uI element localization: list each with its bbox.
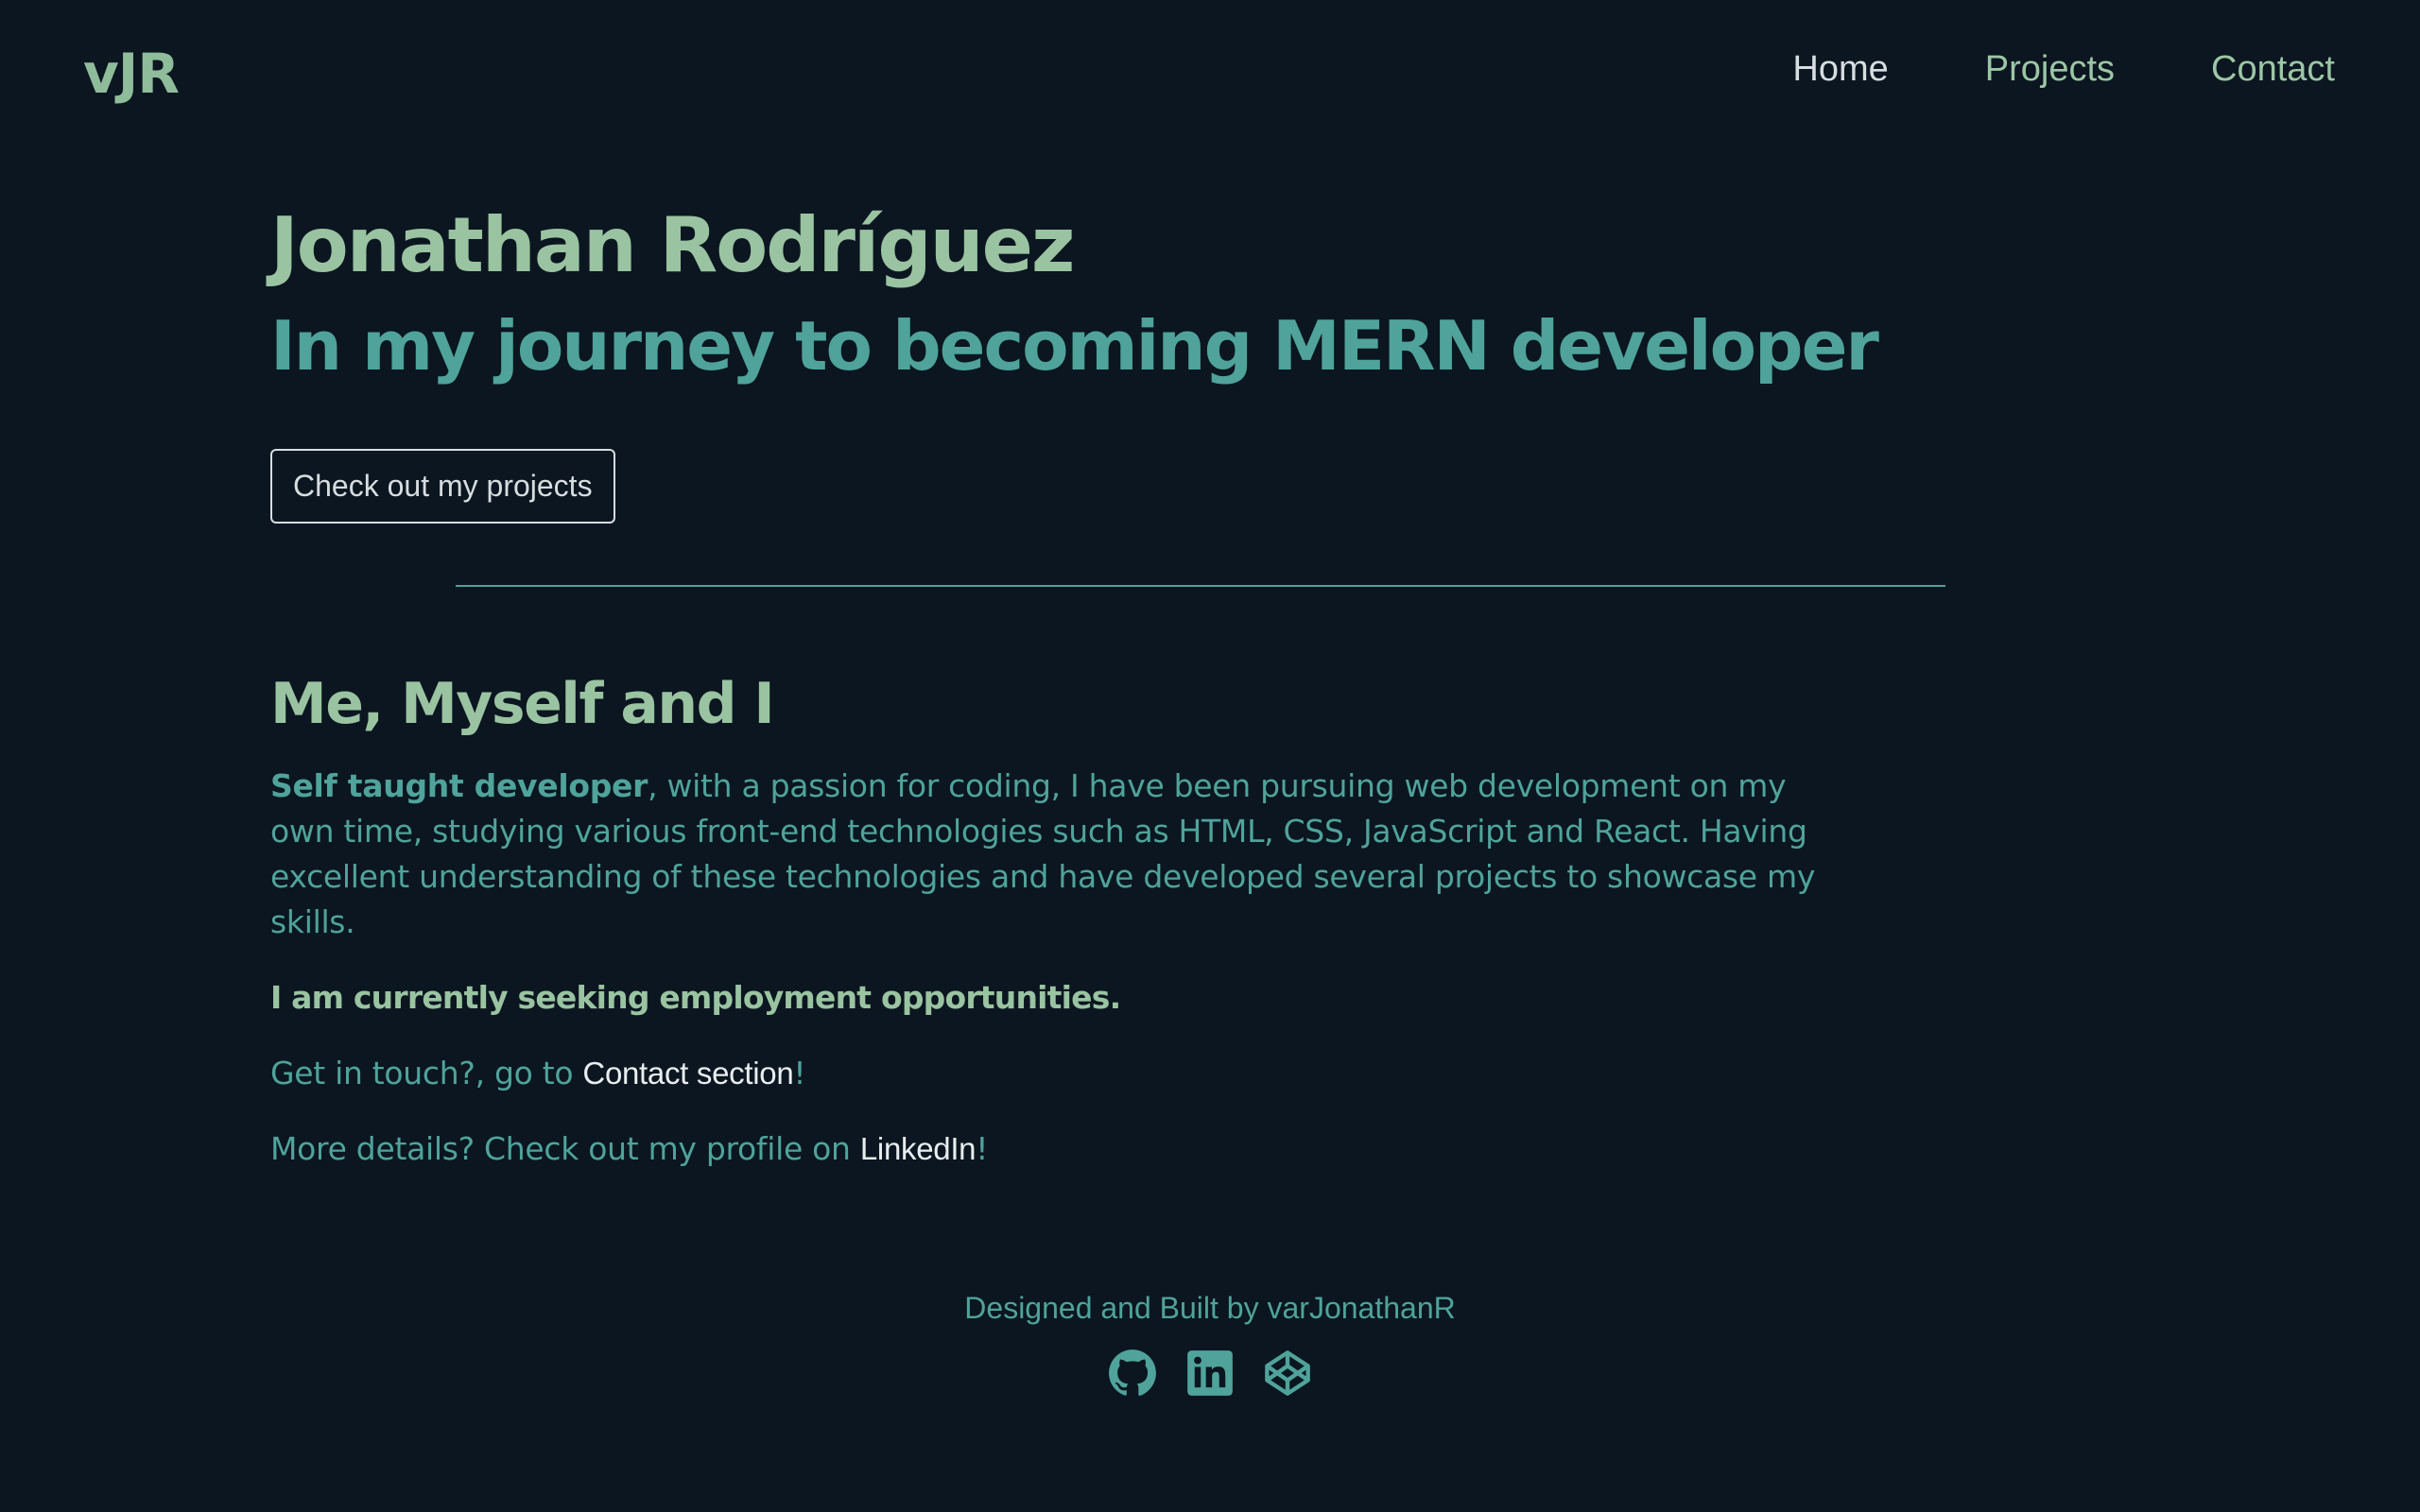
navbar: vJR Home Projects Contact — [0, 0, 2420, 151]
contact-section-link[interactable]: Contact section — [582, 1056, 793, 1091]
about-intro-strong: Self taught developer — [270, 767, 648, 804]
about-title: Me, Myself and I — [270, 671, 775, 737]
nav-link-home[interactable]: Home — [1792, 49, 1888, 90]
site-logo[interactable]: vJR — [83, 42, 180, 106]
github-icon[interactable] — [1108, 1349, 1157, 1398]
footer-social-icons — [0, 1349, 2420, 1398]
linkedin-prompt-text: More details? Check out my profile on — [270, 1130, 860, 1167]
linkedin-prompt: More details? Check out my profile on Li… — [270, 1126, 1821, 1172]
hero-section: Jonathan Rodríguez In my journey to beco… — [270, 198, 2066, 524]
seeking-employment-text: I am currently seeking employment opport… — [270, 979, 1121, 1016]
hero-name: Jonathan Rodríguez — [270, 201, 1075, 289]
linkedin-link[interactable]: LinkedIn — [860, 1131, 977, 1166]
hero-tagline: In my journey to becoming MERN developer — [270, 306, 1879, 386]
check-projects-button[interactable]: Check out my projects — [270, 449, 615, 524]
about-intro: Self taught developer, with a passion fo… — [270, 764, 1821, 945]
linkedin-prompt-suffix: ! — [976, 1130, 989, 1167]
contact-prompt: Get in touch?, go to Contact section! — [270, 1051, 1821, 1096]
nav-link-contact[interactable]: Contact — [2211, 49, 2335, 90]
about-section: Me, Myself and I Self taught developer, … — [270, 662, 1821, 1172]
footer-credit: Designed and Built by varJonathanR — [964, 1291, 1456, 1325]
nav-link-projects[interactable]: Projects — [1985, 49, 2115, 90]
contact-prompt-suffix: ! — [793, 1055, 806, 1091]
contact-prompt-text: Get in touch?, go to — [270, 1055, 583, 1091]
nav-links: Home Projects Contact — [1792, 49, 2335, 90]
codepen-icon[interactable] — [1263, 1349, 1312, 1398]
linkedin-icon[interactable] — [1185, 1349, 1235, 1398]
footer: Designed and Built by varJonathanR — [0, 1291, 2420, 1398]
section-divider — [456, 585, 1945, 587]
